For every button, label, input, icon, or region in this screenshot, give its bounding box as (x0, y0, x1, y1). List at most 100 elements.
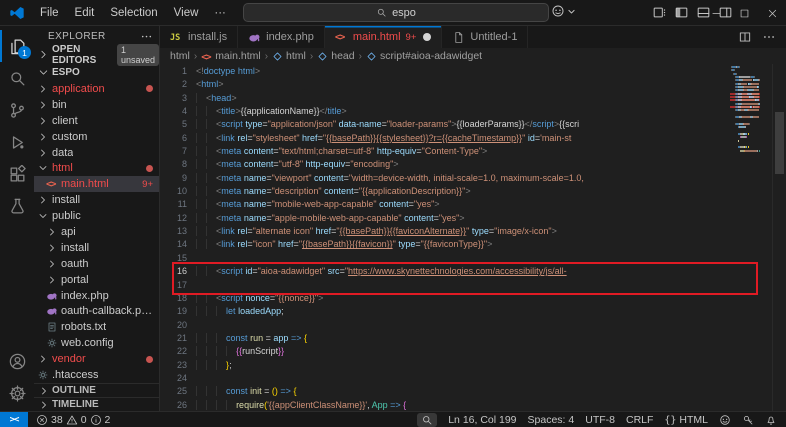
scrollbar-thumb[interactable] (775, 112, 784, 174)
code-line-3[interactable]: 3 <head> (160, 92, 730, 105)
restore-button[interactable] (730, 0, 758, 26)
tree-item-bin[interactable]: bin (34, 97, 159, 113)
copilot-menu[interactable] (551, 4, 576, 18)
code-content[interactable]: 1 <!doctype html> 2 <html> 3 <head> 4 <t… (160, 65, 730, 411)
split-editor-icon[interactable] (738, 30, 752, 44)
tree-item-install[interactable]: install (34, 240, 159, 256)
breadcrumb-main.html[interactable]: <> main.html (201, 50, 261, 62)
tree-item-robots.txt[interactable]: robots.txt (34, 319, 159, 335)
minimize-button[interactable] (702, 0, 730, 26)
code-line-15[interactable]: 15 (160, 252, 730, 265)
code-line-21[interactable]: 21 const run = app => { (160, 332, 730, 345)
status-key[interactable] (742, 414, 754, 426)
customize-layout-icon[interactable] (652, 5, 667, 20)
tree-item-api[interactable]: api (34, 224, 159, 240)
code-line-20[interactable]: 20 (160, 319, 730, 332)
status-cursor-position[interactable]: Ln 16, Col 199 (448, 414, 516, 426)
close-button[interactable] (758, 0, 786, 26)
menu-more[interactable]: ··· (207, 5, 233, 21)
tab-index.php[interactable]: index.php (238, 26, 325, 48)
tab-Untitled-1[interactable]: Untitled-1 (442, 26, 528, 48)
code-line-4[interactable]: 4 <title>{{applicationName}}</title> (160, 105, 730, 118)
code-line-17[interactable]: 17 (160, 279, 730, 292)
status-eol[interactable]: CRLF (626, 414, 653, 426)
tree-item-public[interactable]: public (34, 208, 159, 224)
status-language-mode[interactable]: {} HTML (664, 414, 708, 426)
breadcrumb-script#aioa-adawidget[interactable]: script#aioa-adawidget (366, 50, 482, 62)
activity-testing[interactable] (0, 190, 34, 222)
tree-item-main.html[interactable]: <>main.html 9+ (34, 176, 159, 192)
code-line-5[interactable]: 5 <script type="application/json" data-n… (160, 118, 730, 131)
tree-item-index.php[interactable]: index.php (34, 288, 159, 304)
outline-section[interactable]: OUTLINE (34, 383, 159, 397)
code-line-22[interactable]: 22 {{runScript}} (160, 345, 730, 358)
code-line-8[interactable]: 8 <meta content="utf-8" http-equiv="enco… (160, 158, 730, 171)
tree-item-.htaccess[interactable]: .htaccess (34, 367, 159, 383)
code-line-19[interactable]: 19 let loadedApp; (160, 305, 730, 318)
tree-item-oauth-callback.php[interactable]: oauth-callback.php (34, 303, 159, 319)
editor-scrollbar[interactable] (772, 64, 786, 411)
timeline-section[interactable]: TIMELINE (34, 397, 159, 411)
code-line-23[interactable]: 23 }; (160, 359, 730, 372)
activity-extensions[interactable] (0, 158, 34, 190)
code-editor[interactable]: 1 <!doctype html> 2 <html> 3 <head> 4 <t… (160, 64, 786, 411)
code-line-12[interactable]: 12 <meta name="apple-mobile-web-app-capa… (160, 212, 730, 225)
activity-search[interactable] (0, 62, 34, 94)
tree-item-web.config[interactable]: web.config (34, 335, 159, 351)
code-line-7[interactable]: 7 <meta content="text/html;charset=utf-8… (160, 145, 730, 158)
status-notifications[interactable] (765, 414, 777, 426)
activity-source-control[interactable] (0, 94, 34, 126)
tree-item-client[interactable]: client (34, 113, 159, 129)
tree-item-portal[interactable]: portal (34, 272, 159, 288)
code-line-16[interactable]: 16 <script id="aioa-adawidget" src="http… (160, 265, 730, 278)
menu-file[interactable]: File (33, 5, 66, 21)
breadcrumb: html › <> main.html › html › head › scri… (160, 48, 786, 64)
workspace-root-folder[interactable]: ESPO (34, 63, 159, 81)
code-line-2[interactable]: 2 <html> (160, 78, 730, 91)
js-file-icon: JS (170, 31, 183, 44)
breadcrumb-head[interactable]: head (317, 50, 354, 62)
problems-status[interactable]: 38 0 2 (36, 414, 110, 426)
activity-manage[interactable] (0, 377, 34, 409)
breadcrumb-html[interactable]: html (272, 50, 306, 62)
menu-edit[interactable]: Edit (68, 5, 102, 21)
status-indentation[interactable]: Spaces: 4 (528, 414, 575, 426)
code-line-11[interactable]: 11 <meta name="mobile-web-app-capable" c… (160, 198, 730, 211)
activity-explorer[interactable]: 1 (0, 30, 34, 62)
remote-indicator[interactable]: >< (0, 412, 28, 427)
code-line-1[interactable]: 1 <!doctype html> (160, 65, 730, 78)
toggle-primary-sidebar-icon[interactable] (674, 5, 689, 20)
open-editors-section[interactable]: OPEN EDITORS 1 unsaved (34, 46, 159, 63)
activity-accounts[interactable] (0, 345, 34, 377)
tree-item-application[interactable]: application (34, 81, 159, 97)
menu-view[interactable]: View (167, 5, 206, 21)
tree-item-custom[interactable]: custom (34, 129, 159, 145)
tree-item-oauth[interactable]: oauth (34, 256, 159, 272)
status-search-status[interactable] (417, 413, 437, 427)
status-encoding[interactable]: UTF-8 (585, 414, 615, 426)
explorer-actions-icon[interactable] (140, 30, 153, 43)
menu-selection[interactable]: Selection (103, 5, 164, 21)
code-line-18[interactable]: 18 <script nonce="{{nonce}}"> (160, 292, 730, 305)
code-line-14[interactable]: 14 <link rel="icon" href="{{basePath}}{{… (160, 238, 730, 251)
symbol-icon (366, 51, 377, 62)
code-line-13[interactable]: 13 <link rel="alternate icon" href="{{ba… (160, 225, 730, 238)
editor-more-actions-icon[interactable] (762, 30, 776, 44)
breadcrumb-html[interactable]: html (170, 50, 190, 62)
code-line-24[interactable]: 24 (160, 372, 730, 385)
minimap[interactable] (730, 66, 760, 411)
code-line-26[interactable]: 26 require('{{appClientClassName}}', App… (160, 399, 730, 411)
activity-run-and-debug[interactable] (0, 126, 34, 158)
command-center-search[interactable]: espo (243, 3, 549, 22)
tree-item-install[interactable]: install (34, 192, 159, 208)
tab-install.js[interactable]: JS install.js (160, 26, 238, 48)
tree-item-html[interactable]: html (34, 160, 159, 176)
code-line-9[interactable]: 9 <meta name="viewport" content="width=d… (160, 172, 730, 185)
status-copilot[interactable] (719, 414, 731, 426)
tree-item-data[interactable]: data (34, 145, 159, 161)
code-line-6[interactable]: 6 <link rel="stylesheet" href="{{basePat… (160, 132, 730, 145)
tree-item-vendor[interactable]: vendor (34, 351, 159, 367)
code-line-10[interactable]: 10 <meta name="description" content="{{a… (160, 185, 730, 198)
code-line-25[interactable]: 25 const init = () => { (160, 385, 730, 398)
tab-main.html[interactable]: <> main.html 9+ (325, 26, 443, 48)
